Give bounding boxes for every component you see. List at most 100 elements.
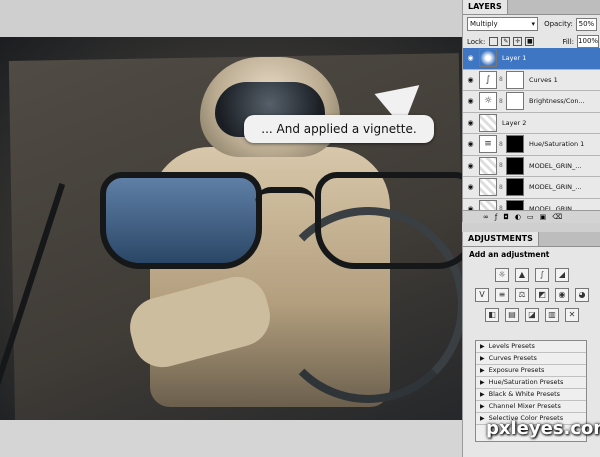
preset-item[interactable]: ▶ Hue/Saturation Presets [476,377,586,389]
triangle-right-icon: ▶ [480,415,485,422]
eye-icon[interactable]: ◉ [466,76,475,84]
eye-icon[interactable]: ◉ [466,162,475,170]
blend-mode-value: Multiply [470,20,498,28]
layer-row[interactable]: ◉ 8 MODEL_GRIN_... [463,177,600,199]
eye-icon[interactable]: ◉ [466,54,475,62]
hue-saturation-icon[interactable]: ≡ [495,288,509,302]
mask-icon[interactable]: ◘ [503,213,509,221]
adjustments-tab[interactable]: ADJUSTMENTS [463,232,539,246]
preset-label: Hue/Saturation Presets [488,378,564,386]
brush-icon[interactable]: ✎ [501,37,511,46]
preset-item[interactable]: ▶ Curves Presets [476,353,586,365]
trash-icon[interactable]: ⌫ [552,213,562,221]
folder-icon[interactable]: ▭ [527,213,534,221]
adjustments-title: Add an adjustment [469,250,550,259]
layer-thumbnail [479,49,497,68]
layer-row[interactable]: ◉ ∫ 8 Curves 1 [463,70,600,91]
adjustment-icons-row-1: ☼ ▲ ∫ ◢ [463,268,600,282]
move-icon[interactable]: ✛ [513,37,523,46]
layer-row[interactable]: ◉ 8 MODEL_GRIN_... [463,156,600,177]
layer-name: Layer 2 [502,118,527,127]
curves-icon: ∫ [479,70,497,89]
chain-icon: 8 [499,183,503,191]
chain-icon: 8 [499,162,503,170]
lock-transparent-icon[interactable] [489,37,499,46]
layer-mask-thumbnail [506,135,524,154]
glasses-lens-right [315,172,462,269]
triangle-right-icon: ▶ [480,391,485,398]
photo-filter-icon[interactable]: ◉ [555,288,569,302]
hue-saturation-icon: ≡ [479,135,497,154]
gradient-map-icon[interactable]: ▥ [545,308,559,322]
threshold-icon[interactable]: ◪ [525,308,539,322]
layer-thumbnail [479,178,497,197]
layers-tab-bar: LAYERS [463,0,600,15]
channel-mixer-icon[interactable]: ◕ [575,288,589,302]
blend-row: Multiply ▾ Opacity: 50% [463,15,600,33]
fill-input[interactable]: 100% [577,35,600,48]
levels-icon[interactable]: ▲ [515,268,529,282]
vibrance-icon[interactable]: V [475,288,489,302]
glasses-lens-left [100,172,262,269]
preset-item[interactable]: ▶ Channel Mixer Presets [476,401,586,413]
layer-name: MODEL_GRIN_... [529,161,582,170]
preset-label: Levels Presets [488,342,535,350]
new-layer-icon[interactable]: ▣ [540,213,547,221]
triangle-right-icon: ▶ [480,367,485,374]
layer-mask-thumbnail [506,178,524,197]
opacity-input[interactable]: 50% [575,17,597,31]
adjustment-icons-row-3: ◧ ▤ ◪ ▥ ✕ [463,308,600,322]
chain-icon: 8 [499,76,503,84]
curves-icon[interactable]: ∫ [535,268,549,282]
triangle-right-icon: ▶ [480,403,485,410]
layer-row[interactable]: ◉ Layer 2 [463,113,600,134]
eye-icon[interactable]: ◉ [466,97,475,105]
layer-row[interactable]: ◉ ≡ 8 Hue/Saturation 1 [463,134,600,156]
preset-item[interactable]: ▶ Levels Presets [476,341,586,353]
layer-mask-thumbnail [506,156,524,175]
brightness-icon[interactable]: ☼ [495,268,509,282]
chain-icon: 8 [499,97,503,105]
invert-icon[interactable]: ◧ [485,308,499,322]
triangle-right-icon: ▶ [480,343,485,350]
layers-tab[interactable]: LAYERS [463,0,508,14]
layer-row[interactable]: ◉ Layer 1 [463,48,600,70]
brightness-icon: ☼ [479,92,497,111]
preset-item[interactable]: ▶ Exposure Presets [476,365,586,377]
eye-icon[interactable]: ◉ [466,119,475,127]
preset-label: Channel Mixer Presets [488,402,561,410]
layer-name: Curves 1 [529,75,558,84]
black-white-icon[interactable]: ◩ [535,288,549,302]
lock-label: Lock: [467,37,486,46]
blend-mode-select[interactable]: Multiply ▾ [467,17,539,31]
layer-name: MODEL_GRIN_... [529,183,582,192]
layer-name: Hue/Saturation 1 [529,140,585,149]
watermark-text: pxleyes.com [486,418,600,439]
exposure-icon[interactable]: ◢ [555,268,569,282]
chain-icon: 8 [499,140,503,148]
layers-list: ◉ Layer 1 ◉ ∫ 8 Curves 1 ◉ ☼ 8 Brightnes… [463,48,600,220]
preset-item[interactable]: ▶ Black & White Presets [476,389,586,401]
fx-icon[interactable]: ƒ [495,213,497,221]
eye-icon[interactable]: ◉ [466,183,475,191]
lock-icon[interactable]: ■ [525,37,535,46]
triangle-right-icon: ▶ [480,355,485,362]
posterize-icon[interactable]: ▤ [505,308,519,322]
eye-icon[interactable]: ◉ [466,140,475,148]
callout-bubble: ... And applied a vignette. [244,115,434,143]
color-balance-icon[interactable]: ⚖ [515,288,529,302]
layer-row[interactable]: ◉ ☼ 8 Brightness/Con... [463,91,600,113]
layer-name: Brightness/Con... [529,97,585,106]
eyeglasses [0,157,462,420]
preset-label: Exposure Presets [488,366,545,374]
layer-mask-thumbnail [506,70,524,89]
preset-label: Curves Presets [488,354,537,362]
link-layers-icon[interactable]: ∞ [483,213,489,221]
adjustment-icon[interactable]: ◐ [515,213,521,221]
triangle-right-icon: ▶ [480,379,485,386]
layer-mask-thumbnail [506,92,524,111]
layer-thumbnail [479,156,497,175]
layers-panel: LAYERS Multiply ▾ Opacity: 50% Lock: ✎ ✛… [462,0,600,223]
layer-name: Layer 1 [502,54,527,63]
selective-color-icon[interactable]: ✕ [565,308,579,322]
